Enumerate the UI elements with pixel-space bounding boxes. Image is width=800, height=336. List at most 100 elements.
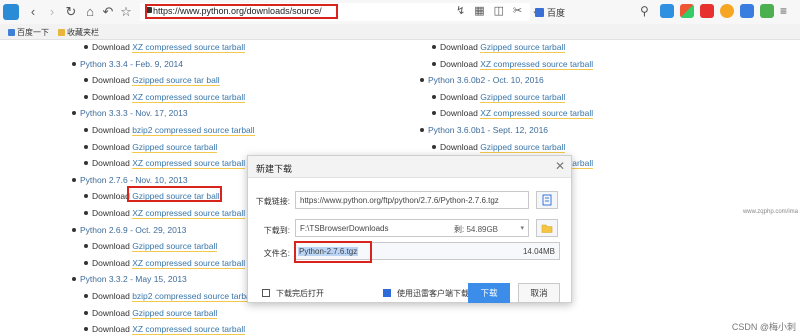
paw-icon xyxy=(8,29,15,36)
download-label: Download xyxy=(92,75,130,86)
extension-icon[interactable] xyxy=(660,4,674,18)
release-version-link[interactable]: Python 3.6.0b1 - Sept. 12, 2016 xyxy=(428,125,548,135)
gzipped-link-highlight-box xyxy=(127,186,222,202)
download-link[interactable]: bzip2 compressed source tarball xyxy=(132,125,255,136)
download-link[interactable]: Gzipped source tarball xyxy=(132,307,218,319)
grid-icon[interactable]: ◫ xyxy=(494,4,504,17)
release-version-link[interactable]: Python 2.6.9 - Oct. 29, 2013 xyxy=(80,225,186,235)
release-version-link[interactable]: Python 2.7.6 - Nov. 10, 2013 xyxy=(80,175,188,185)
dialog-title: 新建下载 xyxy=(256,164,293,174)
download-label: Download xyxy=(92,324,130,335)
download-label: Download xyxy=(92,125,130,135)
download-link[interactable]: Gzipped source tarball xyxy=(480,42,566,53)
apps-icon[interactable] xyxy=(680,4,694,18)
download-link[interactable]: Gzipped source tarball xyxy=(480,141,566,153)
download-item: Download XZ compressed source tarball xyxy=(92,42,246,53)
new-download-dialog: 新建下载 ✕ 下载链接: https://www.python.org/ftp/… xyxy=(247,155,572,303)
filename-highlight-box xyxy=(294,241,372,263)
refresh-icon[interactable]: ↻ xyxy=(63,4,79,20)
free-space: 剩: 54.89GB xyxy=(454,225,499,234)
release-version-link[interactable]: Python 3.3.2 - May 15, 2013 xyxy=(80,274,187,284)
download-bullet xyxy=(84,78,88,83)
file-size: 14.04MB xyxy=(522,247,555,256)
dialog-titlebar: 新建下载 ✕ xyxy=(248,156,571,178)
download-link[interactable]: XZ compressed source tarball xyxy=(132,91,246,103)
download-label: Download xyxy=(440,91,478,102)
download-link[interactable]: Gzipped source tarball xyxy=(132,141,218,153)
download-link[interactable]: XZ compressed source tarball xyxy=(480,108,594,120)
version-bullet xyxy=(72,111,76,116)
home-icon[interactable]: ⌂ xyxy=(82,4,98,20)
download-item: Download Gzipped source tarball xyxy=(440,42,566,53)
release-version-link[interactable]: Python 3.3.3 - Nov. 17, 2013 xyxy=(80,108,188,118)
download-link[interactable]: XZ compressed source tarball xyxy=(132,208,246,219)
download-link[interactable]: bzip2 compressed source tarball xyxy=(132,291,255,302)
download-bullet xyxy=(84,260,88,265)
document-icon xyxy=(542,194,552,206)
extension-blue-icon[interactable] xyxy=(740,4,754,18)
url-label: 下载链接: xyxy=(255,197,290,206)
download-link[interactable]: XZ compressed source tarball xyxy=(132,324,246,336)
download-label: Download xyxy=(92,141,130,152)
chevron-down-icon: ▾ xyxy=(520,225,524,232)
download-bullet xyxy=(432,144,436,149)
download-item: Download XZ compressed source tarball xyxy=(92,208,246,219)
download-link[interactable]: Gzipped source tarball xyxy=(480,91,566,103)
moon-icon[interactable] xyxy=(720,4,734,18)
download-link[interactable]: XZ compressed source tarball xyxy=(480,58,594,70)
lightning-icon[interactable]: ↯ xyxy=(456,4,465,17)
download-label: Download xyxy=(92,158,130,169)
undo-icon[interactable]: ↶ xyxy=(100,4,116,20)
bookmark-label: 百度一下 xyxy=(17,28,49,37)
bookmark-baidu[interactable]: 百度一下 xyxy=(8,27,49,38)
thunder-label: 使用迅雷客户端下载 xyxy=(397,289,469,298)
download-item: Download XZ compressed source tarball xyxy=(92,91,246,103)
back-icon[interactable]: ‹ xyxy=(25,4,41,20)
download-url-field[interactable]: https://www.python.org/ftp/python/2.7.6/… xyxy=(295,191,529,209)
screenshot-icon[interactable]: ✂ xyxy=(513,4,522,17)
search-icon[interactable]: ⚲ xyxy=(640,4,654,18)
copy-link-button[interactable] xyxy=(536,191,558,209)
download-link[interactable]: Gzipped source tar ball xyxy=(132,75,220,87)
extension-red-icon[interactable] xyxy=(700,4,714,18)
bookmark-star-icon[interactable]: ☆ xyxy=(118,4,134,20)
extension-green-icon[interactable] xyxy=(760,4,774,18)
download-directory-field[interactable]: F:\TSBrowserDownloads 剩: 54.89GB ▾ xyxy=(295,219,529,237)
cancel-button[interactable]: 取消 xyxy=(518,283,560,303)
download-bullet xyxy=(432,94,436,99)
download-button[interactable]: 下载 xyxy=(468,283,510,303)
download-item: Download bzip2 compressed source tarball xyxy=(92,125,255,136)
download-bullet xyxy=(432,45,436,49)
bookmark-favorites[interactable]: 收藏夹栏 xyxy=(58,27,99,38)
download-link[interactable]: XZ compressed source tarball xyxy=(132,257,246,269)
browse-folder-button[interactable] xyxy=(536,219,558,237)
download-link[interactable]: Gzipped source tarball xyxy=(132,241,218,253)
forward-icon[interactable]: › xyxy=(44,4,60,20)
thunder-checkbox[interactable] xyxy=(383,289,391,297)
urlbar-actions: ↯ ▦ ◫ ✂ ⌄ xyxy=(456,4,540,17)
release-version-link[interactable]: Python 3.3.4 - Feb. 9, 2014 xyxy=(80,59,183,69)
menu-icon[interactable]: ≡ xyxy=(780,4,794,18)
download-label: Download xyxy=(440,108,478,119)
download-label: Download xyxy=(440,141,478,152)
download-label: Download xyxy=(440,42,478,52)
download-item: Download XZ compressed source tarball xyxy=(92,158,246,170)
download-bullet xyxy=(432,61,436,66)
open-after-checkbox[interactable] xyxy=(262,289,270,297)
download-item: Download XZ compressed source tarball xyxy=(92,257,246,269)
watermark-small: www.zqphp.com/ima xyxy=(742,209,798,215)
reader-icon[interactable]: ▦ xyxy=(474,4,484,17)
release-version-link[interactable]: Python 3.6.0b2 - Oct. 10, 2016 xyxy=(428,75,544,85)
download-item: Download XZ compressed source tarball xyxy=(92,324,246,336)
download-bullet xyxy=(84,94,88,99)
search-engine[interactable]: 百度 xyxy=(535,6,565,19)
download-label: Download xyxy=(92,191,130,202)
download-bullet xyxy=(84,161,88,166)
close-icon[interactable]: ✕ xyxy=(555,159,565,173)
version-bullet xyxy=(420,78,424,83)
version-bullet xyxy=(72,61,76,66)
version-bullet xyxy=(420,128,424,132)
download-link[interactable]: XZ compressed source tarball xyxy=(132,158,246,170)
version-bullet xyxy=(72,227,76,232)
download-link[interactable]: XZ compressed source tarball xyxy=(132,42,246,53)
